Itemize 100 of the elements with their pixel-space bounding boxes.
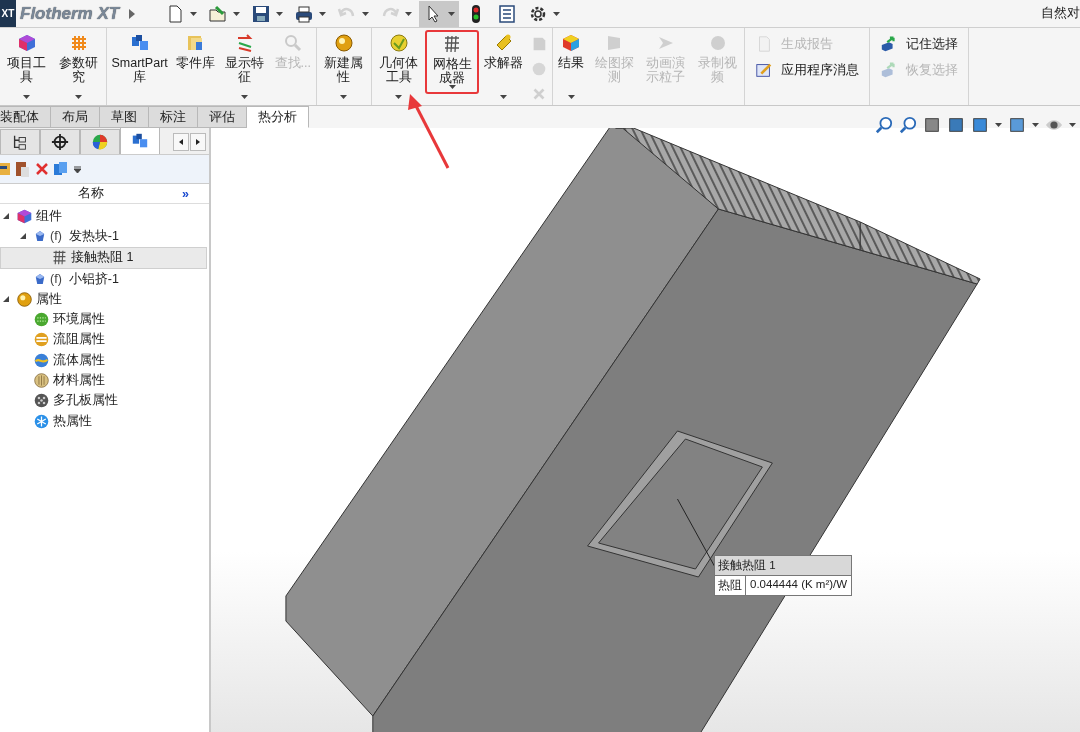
overflow-icon[interactable]	[74, 165, 81, 173]
ribbon-button[interactable]: 几何体工具	[373, 31, 424, 102]
ribbon-button[interactable]: 应用程序消息	[753, 59, 862, 81]
sphere-icon	[16, 290, 33, 308]
zoom-area-icon[interactable]	[899, 116, 917, 134]
tree-item[interactable]: 接触热阻 1	[0, 246, 207, 269]
tree-item[interactable]: 属性	[0, 289, 209, 310]
ribbon-button[interactable]: 求解器	[481, 31, 527, 102]
cube-icon	[16, 33, 37, 53]
tree-item[interactable]: (f) 发热块-1	[0, 226, 209, 247]
sphere-icon	[333, 33, 354, 53]
app-title: Flotherm XT	[20, 3, 120, 24]
caret-icon	[395, 95, 403, 99]
caret-icon	[500, 95, 508, 99]
tree-label: 热属性	[53, 412, 92, 430]
ribbon-button[interactable]: 零件库	[172, 31, 218, 102]
expand-arrow-icon[interactable]	[129, 8, 136, 19]
section-view-icon[interactable]	[947, 116, 965, 134]
tree-label: 发热块-1	[68, 227, 119, 245]
caret-icon	[340, 95, 348, 99]
tree-label: 材料属性	[53, 372, 105, 389]
expand-button[interactable]: »	[182, 186, 189, 201]
contact-pad[interactable]	[587, 430, 773, 578]
tree-label: 组件	[36, 207, 62, 225]
fin-section[interactable]	[615, 128, 861, 251]
caret-icon	[276, 11, 284, 16]
delete-icon[interactable]	[36, 163, 48, 175]
cube-icon	[561, 33, 582, 53]
expander-icon[interactable]	[3, 213, 9, 220]
user-label: 自然对	[1041, 5, 1080, 22]
tree-item[interactable]: 组件	[0, 206, 209, 227]
gem-icon	[33, 272, 47, 287]
mesh-icon	[51, 249, 68, 267]
tree-item[interactable]: 材料属性	[0, 370, 209, 391]
column-header: 名称	[77, 185, 105, 202]
tree-label: 接触热阻 1	[71, 249, 134, 267]
ribbon-tab[interactable]: 评估	[198, 106, 247, 128]
wood-sphere-icon	[33, 372, 50, 389]
expander-icon[interactable]	[3, 296, 9, 303]
prefix-label: (f)	[50, 272, 62, 287]
prefix-label: (f)	[50, 229, 62, 244]
ribbon-tab[interactable]: 布局	[51, 106, 100, 128]
panel-tab[interactable]	[120, 127, 160, 154]
panel-tab[interactable]	[0, 129, 40, 154]
tree-item[interactable]: 热属性	[0, 410, 209, 432]
paste-icon[interactable]	[16, 161, 30, 177]
ribbon-button[interactable]: 网格生成器	[427, 32, 478, 92]
blocks-icon	[129, 33, 150, 53]
tree-view-icon	[11, 133, 29, 151]
ribbon-button[interactable]: 结果	[555, 31, 588, 102]
dotted-sphere-icon	[33, 311, 50, 329]
tree-item[interactable]: 环境属性	[0, 309, 209, 330]
display-style-icon[interactable]	[1008, 116, 1026, 134]
tree-label: 属性	[36, 290, 62, 308]
zoom-fit-icon[interactable]	[875, 116, 893, 134]
toolbar-button[interactable]	[419, 0, 460, 27]
ribbon-tab[interactable]: 装配体	[0, 106, 51, 128]
property-value: 0.044444 (K m²)/W	[749, 577, 849, 592]
gem-icon	[33, 229, 47, 244]
scroll-right-button[interactable]	[190, 133, 206, 151]
fin-section[interactable]	[859, 221, 981, 285]
ribbon-button[interactable]: 显示特征	[219, 31, 270, 102]
expander-icon[interactable]	[20, 233, 26, 240]
folder-icon	[208, 3, 229, 24]
blocks-icon	[131, 132, 149, 150]
copy-icon[interactable]	[54, 161, 68, 177]
snowflake-icon	[33, 412, 50, 430]
ribbon-tab[interactable]: 草图	[100, 106, 149, 128]
tree-item[interactable]: 多孔板属性	[0, 390, 209, 411]
caret-icon	[553, 11, 561, 16]
ribbon-button[interactable]: 记住选择	[878, 33, 961, 55]
tree-label: 小铝挤-1	[68, 270, 119, 288]
tree-label: 多孔板属性	[53, 392, 118, 410]
right-arrow-icon	[196, 139, 200, 145]
striped-sphere-icon	[33, 331, 50, 349]
property-name: 热阻	[715, 576, 746, 595]
notepad-icon	[755, 61, 774, 79]
scroll-left-button[interactable]	[173, 133, 189, 151]
ribbon-button[interactable]: 参数研究	[53, 31, 104, 102]
tree-item[interactable]: (f) 小铝挤-1	[0, 268, 209, 290]
caret-icon	[405, 11, 413, 16]
callout-title: 接触热阻 1	[715, 556, 852, 576]
caret-icon	[448, 11, 456, 16]
ribbon-tab[interactable]: 热分析	[247, 106, 309, 128]
caret-icon	[319, 11, 327, 16]
previous-view-icon[interactable]	[923, 116, 941, 134]
ribbon-button[interactable]: 项目工具	[2, 31, 52, 102]
ribbon-button[interactable]: SmartPart库	[108, 31, 171, 102]
app-logo: XT	[0, 0, 16, 27]
tree-item[interactable]: 流体属性	[0, 350, 209, 371]
tree-label: 流体属性	[53, 351, 105, 369]
block-side-face[interactable]	[285, 128, 719, 717]
tree-item[interactable]: 流阻属性	[0, 329, 209, 351]
tree-label: 环境属性	[53, 311, 105, 329]
ribbon-button[interactable]: 新建属性	[318, 31, 369, 102]
ribbon-tab[interactable]: 标注	[149, 106, 198, 128]
caret-icon	[233, 11, 241, 16]
panel-tab[interactable]	[40, 129, 80, 154]
view-orientation-icon[interactable]	[971, 116, 989, 134]
crosshair-icon	[51, 133, 69, 151]
